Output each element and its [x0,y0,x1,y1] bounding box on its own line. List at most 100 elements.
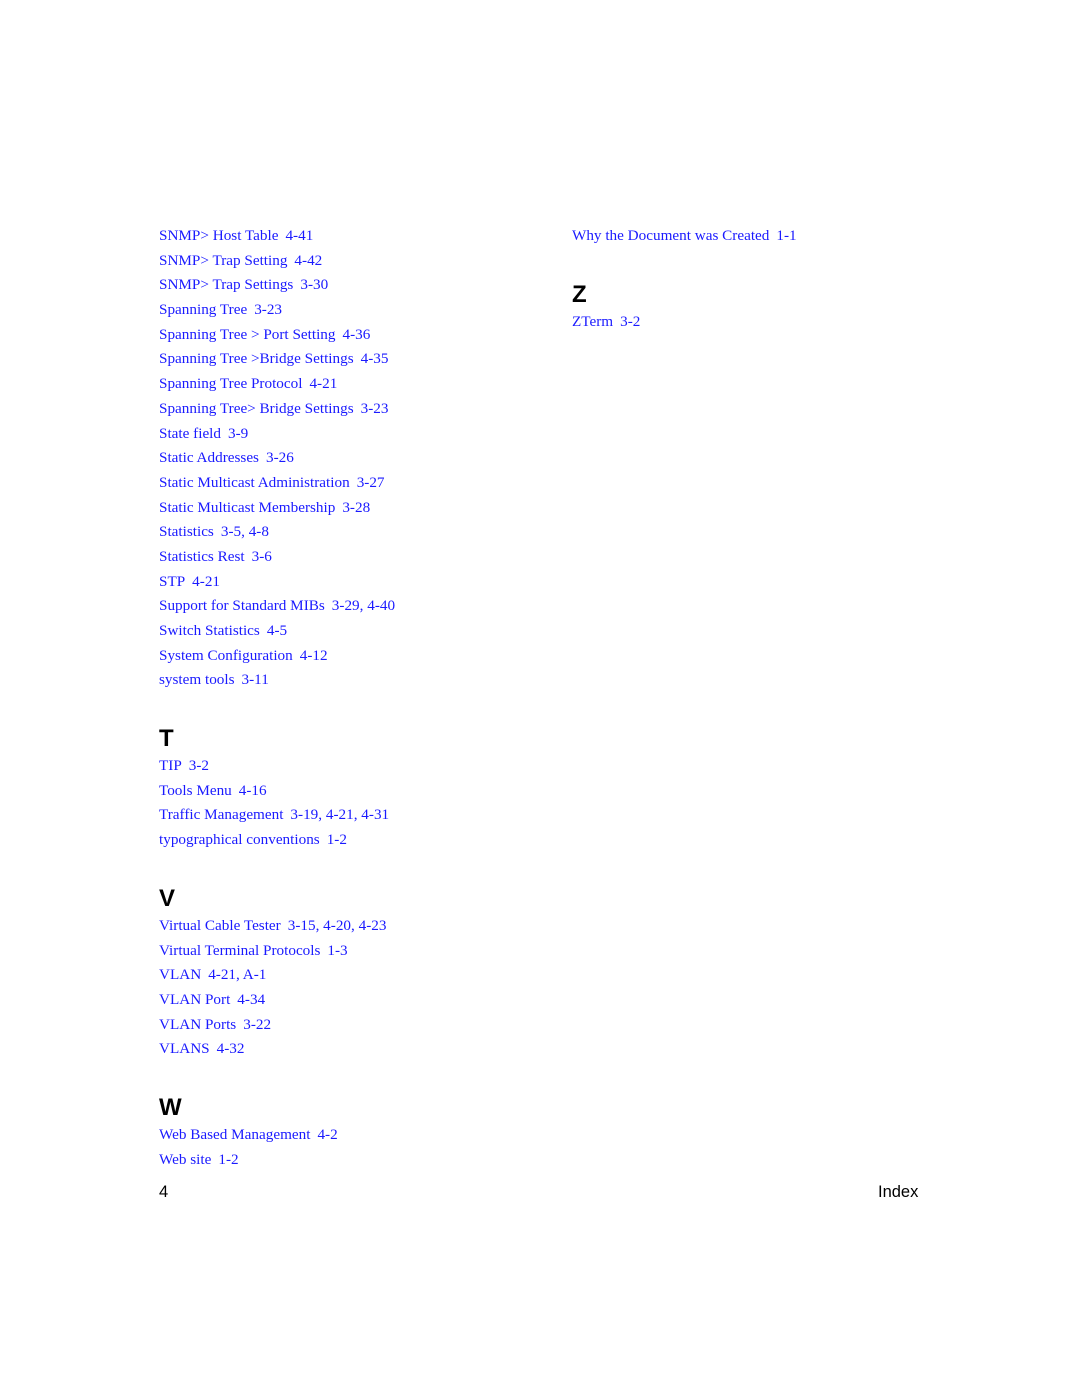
index-entry-term[interactable]: State field [159,425,221,442]
index-entry-term[interactable]: Traffic Management [159,806,283,823]
index-entry-pages[interactable]: 3-29, 4-40 [332,597,395,614]
index-entry-pages[interactable]: 3-30 [300,276,328,293]
index-entry-term[interactable]: typographical conventions [159,831,320,848]
index-entry-term[interactable]: Web Based Management [159,1126,310,1143]
index-entry-pages[interactable]: 1-1 [776,227,796,244]
index-entry-pages[interactable]: 1-3 [327,942,347,959]
index-entry[interactable]: Virtual Terminal Protocols 1-3 [159,939,539,964]
index-entry[interactable]: SNMP> Host Table 4-41 [159,224,539,249]
index-entry-term[interactable]: Spanning Tree [159,301,247,318]
index-entry[interactable]: Support for Standard MIBs 3-29, 4-40 [159,594,539,619]
index-entry[interactable]: system tools 3-11 [159,668,539,693]
index-entry-pages[interactable]: 3-19, 4-21, 4-31 [290,806,389,823]
index-entry[interactable]: State field 3-9 [159,422,539,447]
index-entry-term[interactable]: STP [159,573,185,590]
index-entry-pages[interactable]: 1-2 [218,1151,238,1168]
index-entry-term[interactable]: Switch Statistics [159,622,260,639]
index-entry-term[interactable]: system tools [159,671,235,688]
index-entry-pages[interactable]: 3-5, 4-8 [221,523,269,540]
index-entry[interactable]: Web Based Management 4-2 [159,1123,539,1148]
index-entry[interactable]: Spanning Tree >Bridge Settings 4-35 [159,347,539,372]
index-entry[interactable]: Spanning Tree 3-23 [159,298,539,323]
index-entry-term[interactable]: SNMP> Trap Setting [159,252,287,269]
index-entry-pages[interactable]: 3-2 [620,313,640,330]
index-entry-term[interactable]: Static Multicast Administration [159,474,350,491]
index-entry[interactable]: Spanning Tree Protocol 4-21 [159,372,539,397]
index-entry-pages[interactable]: 4-32 [217,1040,245,1057]
index-entry-pages[interactable]: 3-15, 4-20, 4-23 [288,917,387,934]
index-entry-term[interactable]: Spanning Tree Protocol [159,375,302,392]
index-entry[interactable]: Spanning Tree> Bridge Settings 3-23 [159,397,539,422]
index-entry-term[interactable]: Spanning Tree> Bridge Settings [159,400,354,417]
index-entry-term[interactable]: SNMP> Host Table [159,227,278,244]
index-entry[interactable]: Statistics 3-5, 4-8 [159,520,539,545]
index-entry-pages[interactable]: 3-27 [357,474,385,491]
index-entry-term[interactable]: VLAN Ports [159,1016,236,1033]
index-entry[interactable]: VLANS 4-32 [159,1037,539,1062]
index-entry[interactable]: VLAN 4-21, A-1 [159,963,539,988]
index-entry-term[interactable]: VLAN [159,966,201,983]
index-entry-pages[interactable]: 3-23 [361,400,389,417]
index-entry-term[interactable]: Static Addresses [159,449,259,466]
index-entry[interactable]: Static Multicast Administration 3-27 [159,471,539,496]
index-entry-term[interactable]: Virtual Terminal Protocols [159,942,320,959]
index-entry-pages[interactable]: 3-22 [243,1016,271,1033]
index-entry-pages[interactable]: 4-16 [239,782,267,799]
index-entry-term[interactable]: Virtual Cable Tester [159,917,281,934]
index-entry-term[interactable]: Tools Menu [159,782,232,799]
index-entry-pages[interactable]: 3-6 [252,548,272,565]
index-entry-pages[interactable]: 4-21, A-1 [208,966,266,983]
index-entry-pages[interactable]: 4-41 [285,227,313,244]
index-entry-term[interactable]: ZTerm [572,313,613,330]
index-entry-pages[interactable]: 4-36 [343,326,371,343]
index-entry[interactable]: VLAN Port 4-34 [159,988,539,1013]
index-entry-pages[interactable]: 3-11 [242,671,269,688]
index-entry[interactable]: TIP 3-2 [159,754,539,779]
index-entry-term[interactable]: Statistics Rest [159,548,245,565]
index-entry-pages[interactable]: 4-42 [294,252,322,269]
index-entry-term[interactable]: VLAN Port [159,991,230,1008]
index-entry-term[interactable]: Static Multicast Membership [159,499,335,516]
index-entry-pages[interactable]: 4-35 [361,350,389,367]
index-entry[interactable]: SNMP> Trap Settings 3-30 [159,273,539,298]
index-entry-pages[interactable]: 4-21 [309,375,337,392]
index-entry-term[interactable]: Web site [159,1151,211,1168]
index-entry[interactable]: VLAN Ports 3-22 [159,1013,539,1038]
index-entry[interactable]: Spanning Tree > Port Setting 4-36 [159,323,539,348]
index-entry[interactable]: SNMP> Trap Setting 4-42 [159,249,539,274]
index-entry-term[interactable]: TIP [159,757,182,774]
index-entry-pages[interactable]: 3-28 [342,499,370,516]
index-entry[interactable]: System Configuration 4-12 [159,644,539,669]
index-entry-term[interactable]: Statistics [159,523,214,540]
index-entry-pages[interactable]: 4-34 [237,991,265,1008]
index-entry-pages[interactable]: 3-9 [228,425,248,442]
index-entry[interactable]: typographical conventions 1-2 [159,828,539,853]
index-entry-term[interactable]: Spanning Tree > Port Setting [159,326,336,343]
index-entry[interactable]: Switch Statistics 4-5 [159,619,539,644]
index-entry[interactable]: Statistics Rest 3-6 [159,545,539,570]
index-entry-pages[interactable]: 4-21 [192,573,220,590]
index-entry-pages[interactable]: 4-2 [317,1126,337,1143]
index-entry[interactable]: Static Multicast Membership 3-28 [159,496,539,521]
index-entry-pages[interactable]: 4-5 [267,622,287,639]
index-entry[interactable]: Why the Document was Created 1-1 [572,224,952,249]
index-entry[interactable]: Static Addresses 3-26 [159,446,539,471]
index-entry-term[interactable]: SNMP> Trap Settings [159,276,293,293]
index-entry[interactable]: Tools Menu 4-16 [159,779,539,804]
index-entry-term[interactable]: Spanning Tree >Bridge Settings [159,350,354,367]
index-entry-term[interactable]: Support for Standard MIBs [159,597,325,614]
index-entry[interactable]: Virtual Cable Tester 3-15, 4-20, 4-23 [159,914,539,939]
index-entry-term[interactable]: VLANS [159,1040,210,1057]
index-entry[interactable]: ZTerm 3-2 [572,310,952,335]
index-entry-pages[interactable]: 3-26 [266,449,294,466]
index-entry-pages[interactable]: 1-2 [327,831,347,848]
index-entry[interactable]: Traffic Management 3-19, 4-21, 4-31 [159,803,539,828]
index-entry-pages[interactable]: 3-2 [189,757,209,774]
index-entry-term[interactable]: System Configuration [159,647,293,664]
index-entry-pages[interactable]: 3-23 [254,301,282,318]
index-entry[interactable]: STP 4-21 [159,570,539,595]
index-entry[interactable]: Web site 1-2 [159,1148,539,1173]
index-entry-term[interactable]: Why the Document was Created [572,227,769,244]
index-entry-pages[interactable]: 4-12 [300,647,328,664]
